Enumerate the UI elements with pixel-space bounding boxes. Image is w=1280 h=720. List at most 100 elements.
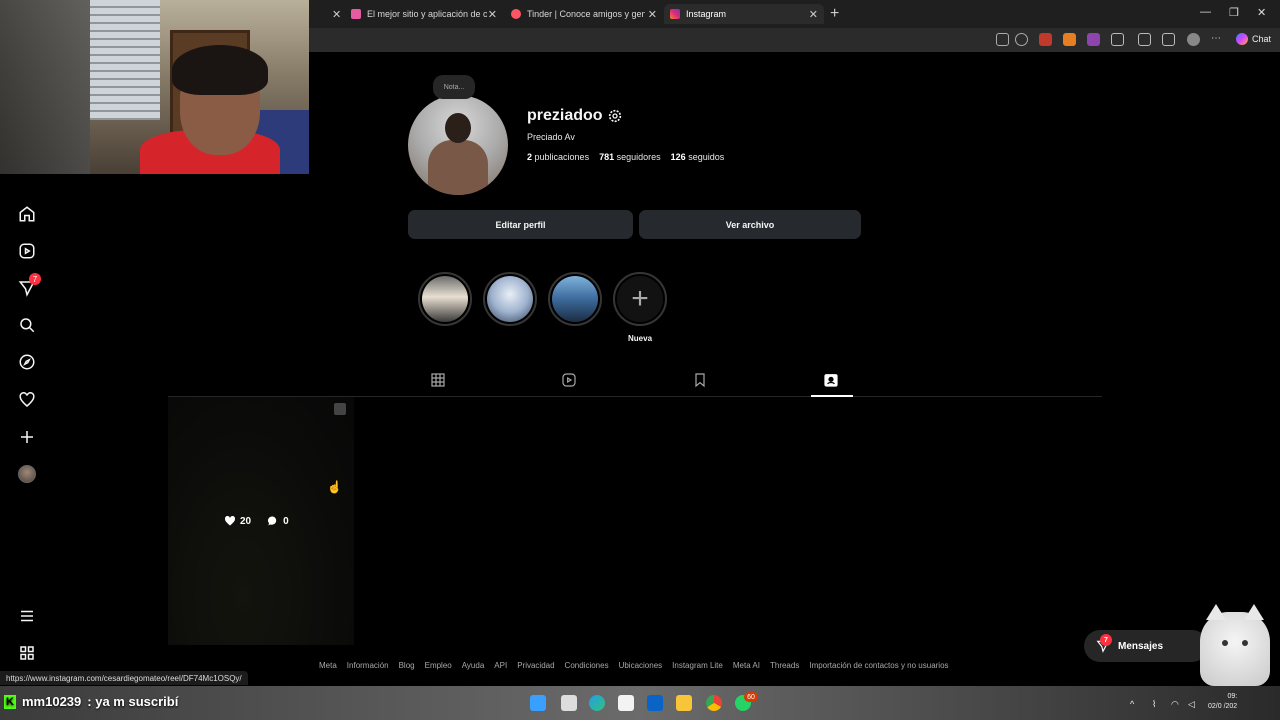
footer-link[interactable]: Condiciones [565,661,609,670]
more-apps-icon[interactable] [17,643,37,663]
favorite-star-icon[interactable] [1015,33,1028,46]
footer-link[interactable]: Información [347,661,389,670]
footer-link[interactable]: API [494,661,507,670]
profile-picture[interactable] [408,95,508,195]
footer-link[interactable]: Empleo [425,661,452,670]
comments-stat: 0 [267,515,289,527]
chrome-icon[interactable] [706,695,722,711]
system-clock[interactable]: 09: 02/0 /202 [1208,692,1237,712]
footer-link[interactable]: Threads [770,661,799,670]
active-tab-indicator [811,395,853,397]
close-window-icon[interactable]: ✕ [1257,6,1266,19]
footer-link[interactable]: Privacidad [517,661,554,670]
footer-link[interactable]: Ubicaciones [619,661,663,670]
menu-hamburger-icon[interactable] [17,606,37,626]
extension-fox-icon[interactable] [1063,33,1076,46]
reels-icon[interactable] [17,241,37,261]
avatar [18,465,36,483]
profile-username: preziadoo [527,107,603,124]
new-tab-icon[interactable]: + [830,5,839,23]
tab-tinder[interactable]: Tinder | Conoce amigos y gente nueva ✕ [505,4,663,24]
chat-label: Chat [1252,34,1272,44]
settings-gear-icon[interactable] [607,108,623,124]
footer-link[interactable]: Importación de contactos y no usuarios [809,661,948,670]
following-stat[interactable]: 126 seguidos [671,152,725,162]
favorites-icon[interactable] [1162,33,1175,46]
windows-taskbar [0,686,1280,720]
adblock-icon[interactable] [1039,33,1052,46]
start-windows-icon[interactable] [530,695,546,711]
likes-count: 20 [240,515,252,527]
tab-favicon [511,9,521,19]
tagged-post-tile[interactable]: 20 0 [168,397,354,645]
screen: ✕ El mejor sitio y aplicación de citas ✕… [0,0,1280,720]
highlight-thumbnail [422,276,468,322]
tab-reels-icon[interactable] [561,372,577,388]
followers-label: seguidores [616,152,661,162]
close-icon[interactable]: ✕ [648,8,657,21]
store-icon[interactable] [618,695,634,711]
stream-chat-message: K mm10239 : ya m suscribí [4,694,178,709]
edit-profile-button[interactable]: Editar perfil [408,210,633,239]
split-screen-icon[interactable] [996,33,1009,46]
extension-purple-icon[interactable] [1087,33,1100,46]
profile-nav-avatar[interactable] [17,464,37,484]
story-highlight[interactable] [483,272,537,326]
tab-citas[interactable]: El mejor sitio y aplicación de citas ✕ [345,4,503,24]
extensions-icon[interactable] [1111,33,1124,46]
edge-icon[interactable] [589,695,605,711]
heart-icon[interactable] [17,390,37,410]
following-label: seguidos [688,152,725,162]
footer-link[interactable]: Blog [399,661,415,670]
footer-link[interactable]: Instagram Lite [672,661,723,670]
file-explorer-icon[interactable] [676,695,692,711]
tab-instagram[interactable]: Instagram ✕ [664,4,824,24]
webcam-overlay [0,0,309,174]
performance-icon[interactable] [1138,33,1151,46]
story-highlight[interactable] [548,272,602,326]
chat-username: mm10239 [22,694,82,709]
footer-link[interactable]: Meta [319,661,337,670]
tab-posts-grid-icon[interactable] [430,372,446,388]
close-icon[interactable]: ✕ [809,8,818,21]
cat-eye [1222,640,1228,646]
copilot-chat-button[interactable]: Chat [1236,33,1271,45]
footer-link[interactable]: Ayuda [462,661,485,670]
profile-avatar-icon[interactable] [1187,33,1200,46]
tab-saved-bookmark-icon[interactable] [692,372,708,388]
create-plus-icon[interactable] [17,427,37,447]
more-menu-icon[interactable]: ⋯ [1211,33,1224,46]
footer-link[interactable]: Meta AI [733,661,760,670]
explore-icon[interactable] [17,352,37,372]
messages-label: Mensajes [1118,640,1164,652]
posts-label: publicaciones [534,152,590,162]
close-icon[interactable]: ✕ [488,8,497,21]
volume-icon[interactable]: ◁ [1188,699,1195,710]
messages-badge: 7 [1100,634,1112,646]
restore-icon[interactable]: ❐ [1229,6,1239,19]
wifi-icon[interactable]: ◠ [1171,699,1179,710]
home-icon[interactable] [17,204,37,224]
outlook-icon[interactable] [647,695,663,711]
story-highlight[interactable] [418,272,472,326]
new-highlight-label: Nueva [628,334,653,343]
note-bubble[interactable]: Nota... [433,75,475,99]
posts-stat: 2 publicaciones [527,152,589,162]
search-icon[interactable] [17,315,37,335]
direct-messages-icon[interactable]: 7 [17,273,41,298]
messages-button[interactable]: 7 Mensajes [1084,630,1208,662]
mouse-cursor-icon: ☝ [327,480,342,494]
cat-overlay [1200,604,1270,686]
chat-text: : ya m suscribí [87,694,179,709]
view-archive-button[interactable]: Ver archivo [639,210,861,239]
new-highlight-button[interactable]: + [613,272,667,326]
followers-stat[interactable]: 781 seguidores [599,152,661,162]
tab-favicon [351,9,361,19]
microphone-icon[interactable]: ⌇ [1152,699,1156,710]
reel-icon [334,403,346,415]
taskview-icon[interactable] [561,695,577,711]
minimize-icon[interactable]: — [1200,6,1211,18]
tab-title: Tinder | Conoce amigos y gente nueva [527,9,645,19]
tab-tagged-icon[interactable] [823,372,839,388]
tray-chevron-icon[interactable]: ^ [1130,699,1134,709]
